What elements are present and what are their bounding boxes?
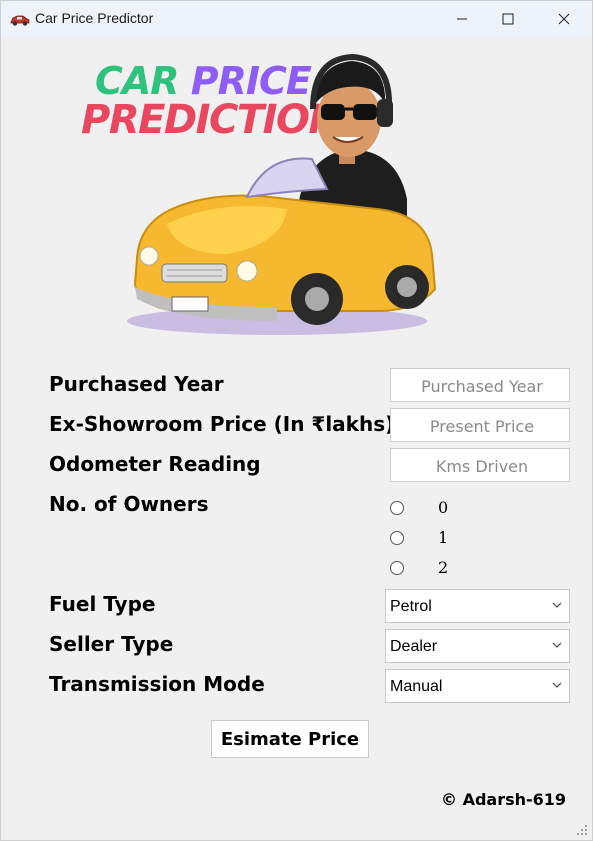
transmission-label: Transmission Mode (49, 672, 265, 696)
minimize-icon[interactable] (439, 1, 485, 37)
car-price-prediction-banner: CAR PRICE PREDICTION (77, 49, 457, 349)
transmission-value: Manual (390, 678, 443, 695)
app-window: Car Price Predictor CAR PRICE PREDICTION (0, 0, 593, 841)
purchased-year-label: Purchased Year (49, 372, 224, 396)
transmission-select[interactable]: Manual (385, 669, 570, 703)
seller-type-value: Dealer (390, 638, 438, 655)
title-bar: Car Price Predictor (1, 1, 592, 37)
radio-circle[interactable] (390, 561, 404, 575)
purchased-year-field[interactable] (390, 368, 573, 403)
radio-label: 0 (438, 498, 449, 517)
radio-circle[interactable] (390, 501, 404, 515)
purchased-year-input[interactable] (391, 369, 573, 403)
resize-grip-icon[interactable] (576, 824, 588, 836)
radio-label: 1 (438, 528, 449, 547)
chevron-down-icon[interactable] (551, 679, 563, 691)
kms-driven-field[interactable] (390, 448, 573, 483)
author-credit: © Adarsh-619 (441, 790, 567, 809)
fuel-type-label: Fuel Type (49, 592, 156, 616)
estimate-price-button[interactable]: Esimate Price (211, 720, 369, 758)
close-icon[interactable] (541, 1, 587, 37)
chevron-down-icon[interactable] (551, 639, 563, 651)
radio-label: 2 (438, 558, 449, 577)
seller-type-select[interactable]: Dealer (385, 629, 570, 663)
owners-label: No. of Owners (49, 492, 209, 516)
present-price-field[interactable] (390, 408, 573, 443)
owner-radio-0[interactable]: 0 (390, 498, 448, 518)
maximize-icon[interactable] (485, 1, 531, 37)
chevron-down-icon[interactable] (551, 599, 563, 611)
radio-circle[interactable] (390, 531, 404, 545)
owner-radio-2[interactable]: 2 (390, 558, 448, 578)
window-title: Car Price Predictor (35, 10, 154, 26)
owner-radio-1[interactable]: 1 (390, 528, 448, 548)
fuel-type-select[interactable]: Petrol (385, 589, 570, 623)
fuel-type-value: Petrol (390, 598, 432, 615)
cartoon-driver-car-illustration (127, 53, 437, 335)
present-price-input[interactable] (391, 409, 573, 443)
odometer-label: Odometer Reading (49, 452, 261, 476)
seller-type-label: Seller Type (49, 632, 174, 656)
car-icon (9, 12, 31, 26)
kms-driven-input[interactable] (391, 449, 573, 483)
present-price-label: Ex-Showroom Price (In ₹lakhs) (49, 412, 395, 436)
